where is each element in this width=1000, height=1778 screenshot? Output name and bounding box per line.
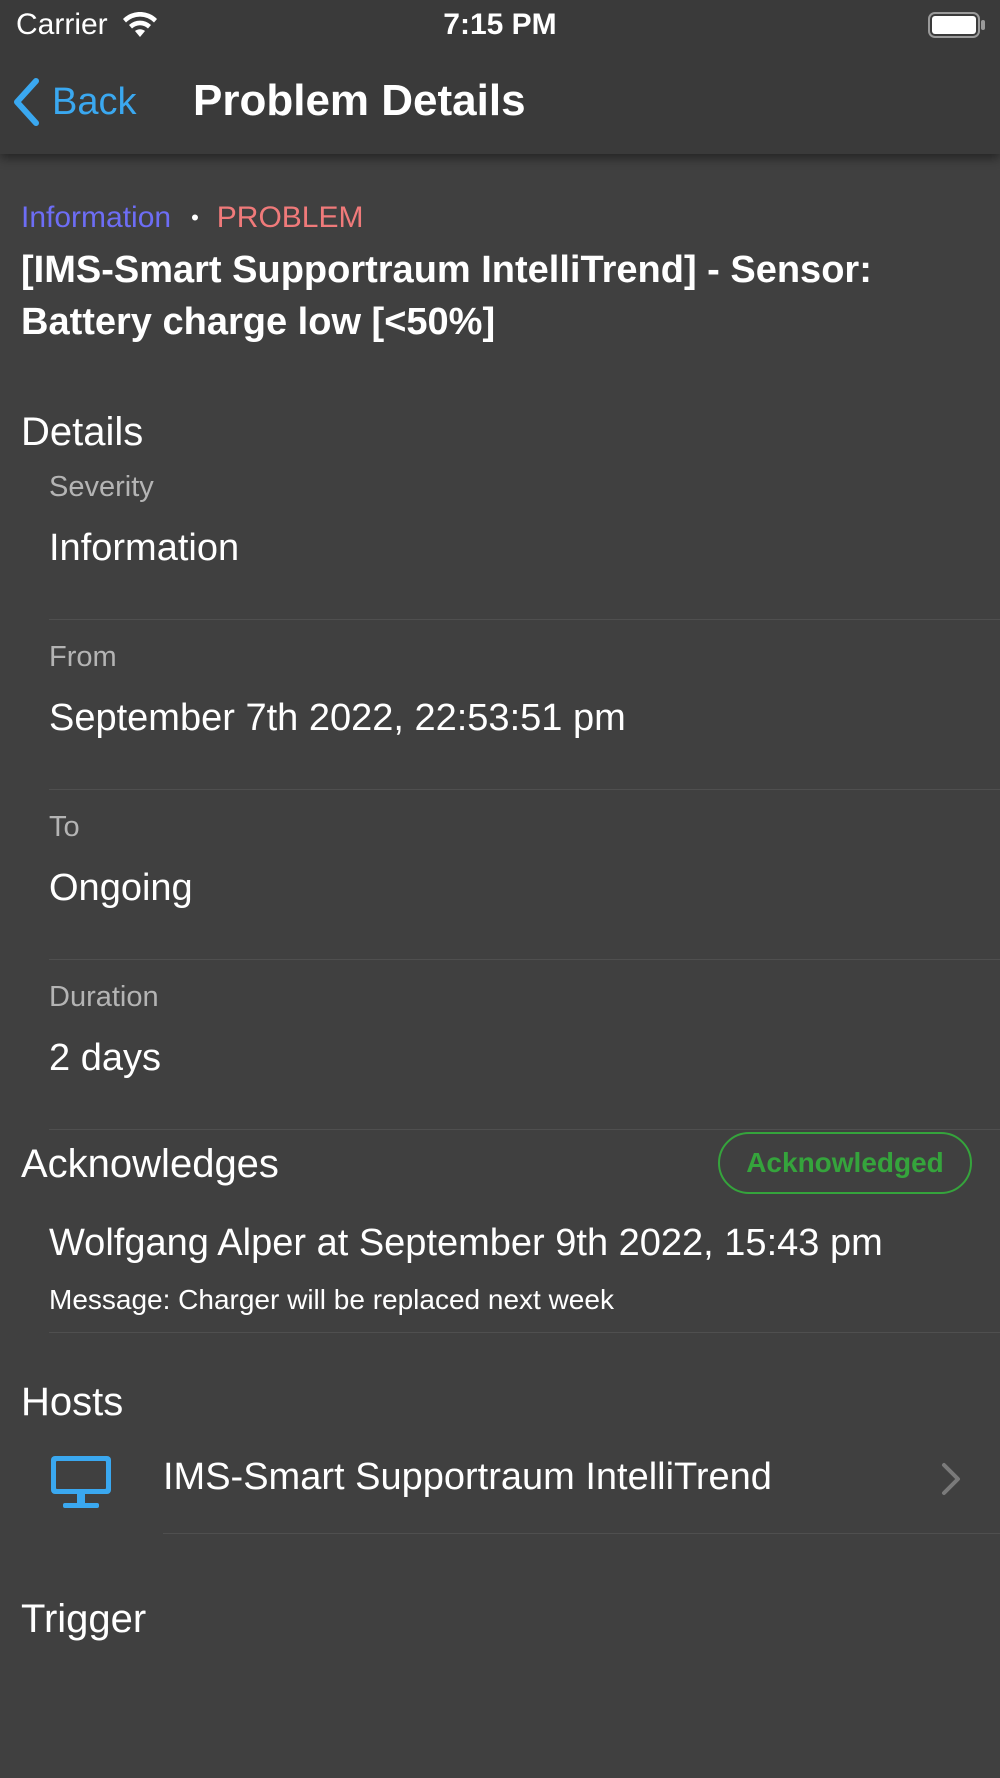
- severity-tag: Information: [21, 201, 172, 234]
- back-button[interactable]: Back: [12, 74, 136, 130]
- navigation-bar: Back Problem Details: [0, 50, 1000, 154]
- detail-field-from: From September 7th 2022, 22:53:51 pm: [49, 619, 1000, 790]
- chevron-left-icon: [14, 78, 39, 126]
- top-bar: Carrier 7:15 PM Back Problem Details: [0, 0, 1000, 154]
- detail-field-duration: Duration 2 days: [49, 959, 1000, 1130]
- row-divider: [163, 1533, 1000, 1534]
- status-time: 7:15 PM: [443, 8, 557, 41]
- field-label: To: [49, 811, 80, 843]
- host-name: IMS-Smart Supportraum IntelliTrend: [163, 1456, 772, 1498]
- acknowledges-section-header: Acknowledges: [21, 1142, 279, 1186]
- host-row[interactable]: IMS-Smart Supportraum IntelliTrend: [0, 1424, 1000, 1534]
- trigger-section-header: Trigger: [21, 1597, 147, 1641]
- acknowledge-item: Wolfgang Alper at September 9th 2022, 15…: [49, 1202, 1000, 1333]
- tag-separator: •: [191, 205, 199, 230]
- desktop-icon: [51, 1456, 111, 1508]
- chevron-right-icon: [942, 1463, 960, 1495]
- status-tag: PROBLEM: [216, 201, 364, 234]
- problem-header: Information • PROBLEM [IMS-Smart Support…: [21, 200, 981, 348]
- problem-tags: Information • PROBLEM: [21, 200, 981, 236]
- detail-field-severity: Severity Information: [49, 449, 1000, 620]
- field-value: Ongoing: [49, 867, 193, 909]
- field-label: From: [49, 641, 117, 673]
- status-bar: Carrier 7:15 PM: [0, 0, 1000, 50]
- acknowledge-user-line: Wolfgang Alper at September 9th 2022, 15…: [49, 1222, 883, 1264]
- acknowledged-badge: Acknowledged: [718, 1132, 972, 1194]
- hosts-section-header: Hosts: [21, 1380, 124, 1424]
- field-label: Severity: [49, 471, 154, 503]
- field-label: Duration: [49, 981, 159, 1013]
- field-value: Information: [49, 527, 240, 569]
- problem-title: [IMS-Smart Supportraum IntelliTrend] - S…: [21, 249, 872, 343]
- field-value: September 7th 2022, 22:53:51 pm: [49, 697, 626, 739]
- back-label: Back: [52, 80, 137, 123]
- field-value: 2 days: [49, 1037, 161, 1079]
- acknowledge-message: Message: Charger will be replaced next w…: [49, 1284, 614, 1315]
- detail-field-to: To Ongoing: [49, 789, 1000, 960]
- battery-icon: [928, 12, 985, 38]
- page-title: Problem Details: [193, 76, 526, 125]
